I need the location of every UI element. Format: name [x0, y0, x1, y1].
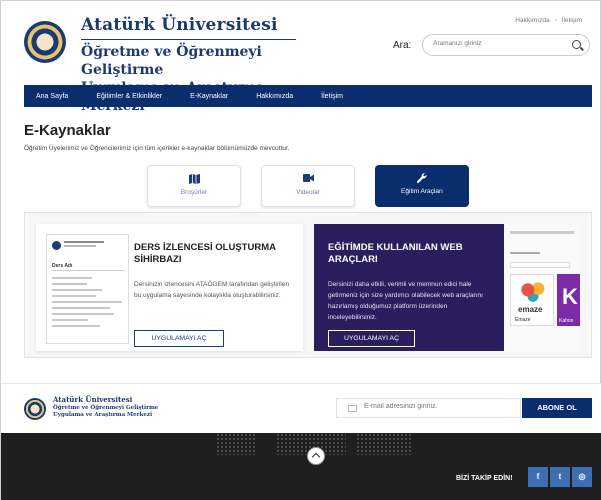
tab-tools-label: Eğitim Araçları — [401, 188, 443, 195]
open-app-button[interactable]: UYGULAMAYI AÇ — [328, 330, 415, 347]
email-field[interactable] — [364, 403, 514, 410]
facebook-icon[interactable]: f — [528, 467, 548, 487]
footer-logo[interactable] — [24, 398, 46, 420]
top-link-about[interactable]: Hakkımızda — [515, 17, 549, 24]
screenshot-bar — [510, 252, 540, 254]
thumbnail-text-line — [52, 277, 92, 279]
screenshot-field — [510, 262, 570, 268]
thumbnail-text-line — [52, 283, 87, 285]
kahoot-tile: K Kahoo — [557, 274, 580, 326]
page-subtitle: Öğretim Üyelerimiz ve Öğrencilerimiz içi… — [24, 145, 290, 152]
nav-item-e-resources[interactable]: E-Kaynaklar — [190, 93, 228, 100]
thumbnail-header-line — [64, 245, 96, 247]
tab-brochures-label: Broşürler — [180, 189, 208, 196]
thumbnail-text-line — [52, 301, 122, 303]
thumbnail-text-line — [52, 295, 96, 297]
email-field-wrap[interactable] — [336, 398, 521, 418]
kahoot-logo: K — [562, 284, 578, 309]
center-name-line1: Öğretme ve Öğrenmeyi Geliştirme — [81, 39, 296, 79]
open-app-button[interactable]: UYGULAMAYI AÇ — [134, 330, 224, 347]
university-name: Atatürk Üniversitesi — [81, 15, 278, 35]
search-input[interactable] — [433, 40, 558, 47]
university-logo[interactable] — [24, 21, 66, 63]
top-link-separator: › — [554, 17, 557, 24]
emaze-tile: emaze Emaze — [510, 274, 554, 326]
video-icon — [262, 174, 354, 184]
envelope-icon — [348, 405, 357, 412]
page-frame: Atatürk Üniversitesi Öğretme ve Öğrenmey… — [0, 0, 601, 500]
thumbnail-text-line — [52, 307, 110, 309]
thumbnail-rule — [52, 270, 125, 271]
thumbnail-text-line — [52, 313, 114, 315]
search-box[interactable] — [422, 34, 590, 56]
thumbnail-text-line — [52, 319, 88, 321]
card-syllabus-wizard: Ders Adı DERS İZLENCESİ OLUŞTURMA SİHİRB… — [36, 224, 303, 351]
footer-center-line1: Öğretme ve Öğrenmeyi Geliştirme — [53, 405, 159, 411]
footer-center-name: Öğretme ve Öğrenmeyi Geliştirme Uygulama… — [53, 405, 163, 419]
instagram-icon[interactable]: ◎ — [572, 467, 592, 487]
nav-item-home[interactable]: Ana Sayfa — [36, 93, 68, 100]
subscribe-button[interactable]: ABONE OL — [522, 398, 592, 418]
thumbnail-logo — [52, 241, 61, 250]
card-text: Dersinizin izlencesini ATAÖGEM tarafında… — [134, 281, 290, 299]
follow-label: BİZİ TAKİP EDİN! — [456, 475, 513, 482]
web-tools-screenshot: emaze Emaze K Kahoo — [504, 224, 580, 351]
footer-pattern — [356, 433, 411, 455]
tab-tools[interactable]: Eğitim Araçları — [375, 165, 469, 207]
emaze-wordmark: emaze — [518, 305, 543, 314]
screenshot-bar — [510, 231, 574, 234]
top-links: Hakkımızda › İletişim — [515, 17, 582, 24]
search-label: Ara: — [393, 40, 412, 51]
footer-university-name: Atatürk Üniversitesi — [53, 395, 133, 404]
tab-brochures[interactable]: Broşürler — [147, 165, 241, 207]
card-web-tools: EĞİTİMDE KULLANILAN WEB ARAÇLARI Dersini… — [314, 224, 580, 351]
nav-item-about[interactable]: Hakkımızda — [256, 93, 293, 100]
thumbnail-text-line — [52, 289, 102, 291]
syllabus-thumbnail: Ders Adı — [46, 234, 129, 344]
tab-videos-label: Videolar — [296, 189, 320, 196]
nav-item-contact[interactable]: İletişim — [321, 93, 343, 100]
thumbnail-text-line — [52, 325, 100, 327]
top-link-contact[interactable]: İletişim — [562, 17, 582, 24]
emaze-caption: Emaze — [515, 317, 531, 323]
main-nav: Ana Sayfa Eğitimler & Etkinlikler E-Kayn… — [24, 85, 592, 107]
footer-center-line2: Uygulama ve Araştırma Merkezi — [53, 412, 153, 418]
nav-item-trainings[interactable]: Eğitimler & Etkinlikler — [96, 93, 162, 100]
search-icon[interactable] — [572, 40, 581, 49]
page-title: E-Kaynaklar — [24, 122, 111, 139]
map-icon — [148, 174, 240, 184]
twitter-icon[interactable]: t — [550, 467, 570, 487]
scroll-top-icon[interactable] — [307, 447, 325, 465]
thumbnail-title: Ders Adı — [52, 263, 73, 269]
card-text: Dersinizi daha etkili, verimli ve memnun… — [328, 281, 483, 321]
emaze-logo — [520, 281, 546, 303]
kahoot-caption: Kahoo — [559, 318, 574, 324]
card-title: EĞİTİMDE KULLANILAN WEB ARAÇLARI — [328, 242, 463, 265]
footer-pattern — [216, 433, 256, 455]
wrench-icon — [375, 173, 469, 183]
tab-videos[interactable]: Videolar — [261, 165, 355, 207]
card-title: DERS İZLENCESİ OLUŞTURMA SİHİRBAZI — [134, 242, 276, 265]
thumbnail-header-line — [64, 241, 104, 243]
